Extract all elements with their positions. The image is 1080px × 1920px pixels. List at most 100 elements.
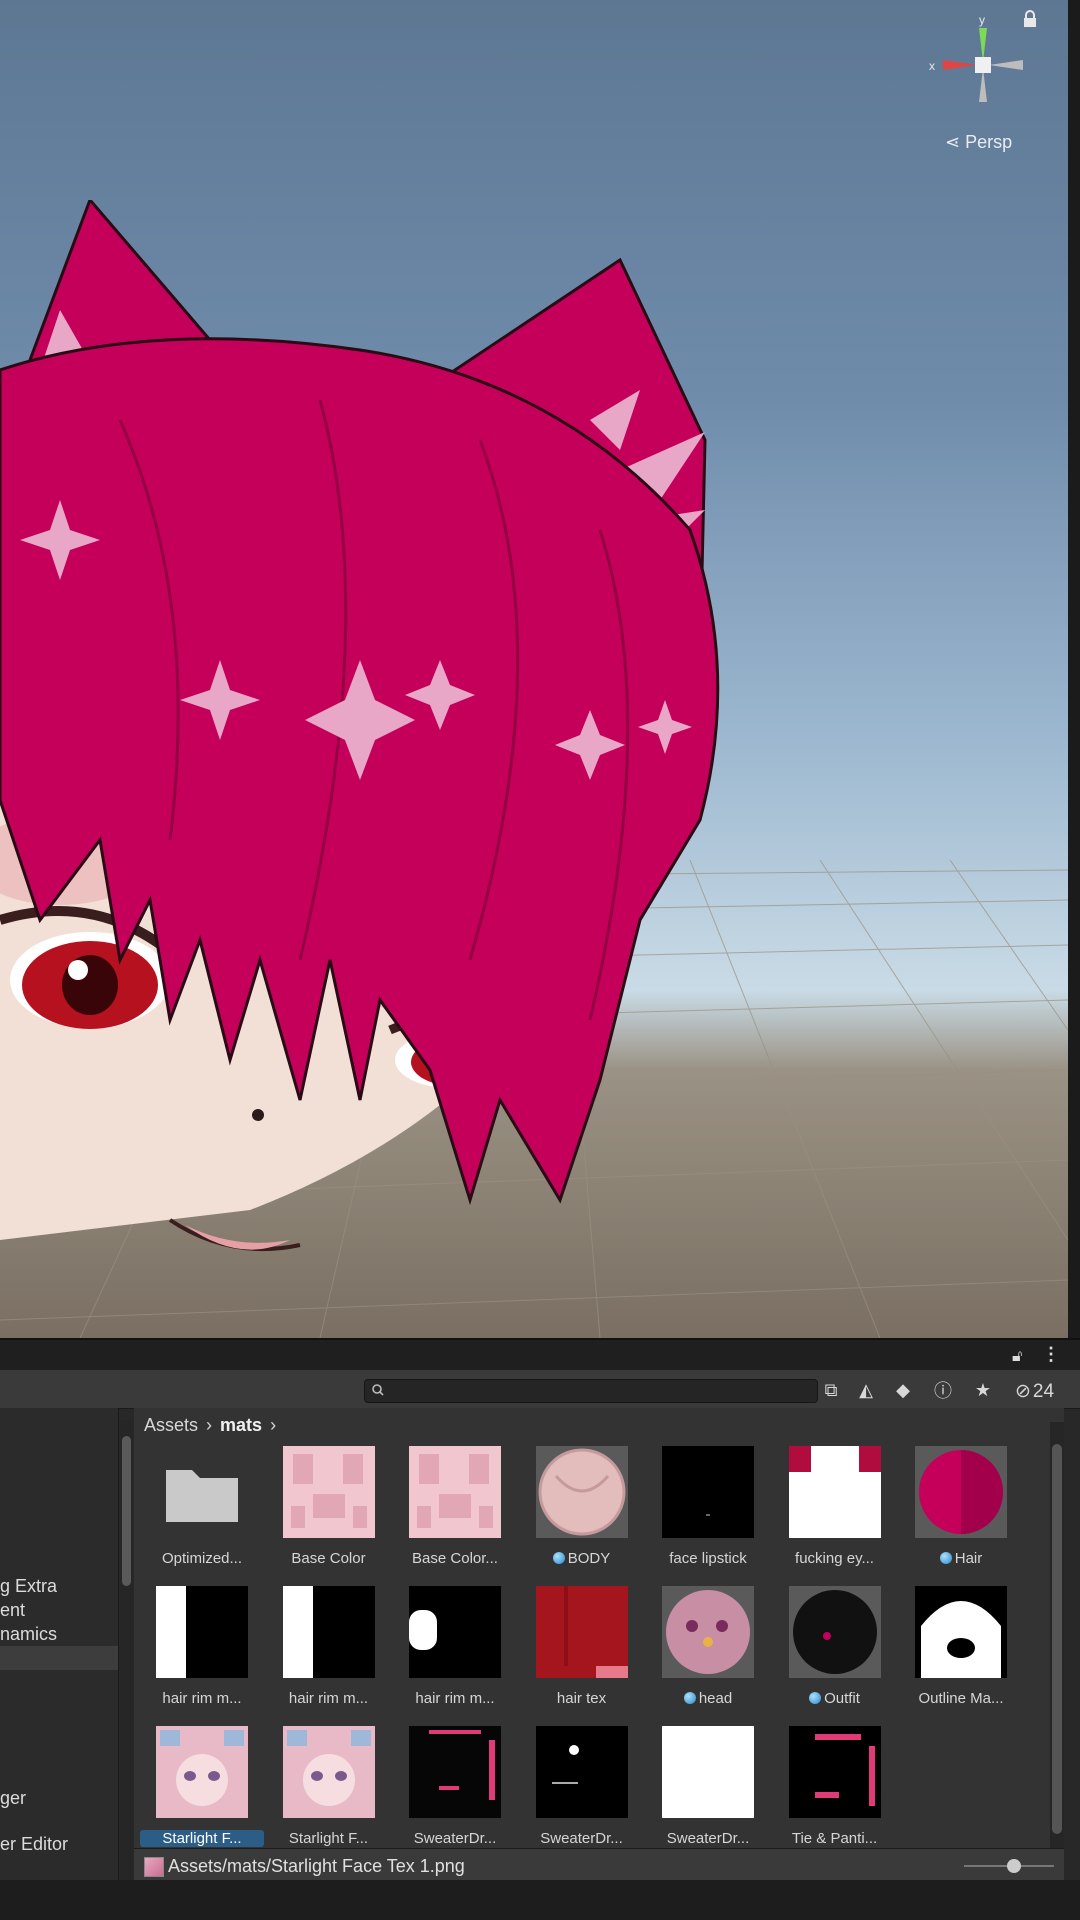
asset-name: SweaterDr... [666,1830,750,1847]
asset-tile[interactable]: fucking ey... [773,1446,893,1576]
asset-grid[interactable]: Assets › mats › Optimized... Base Color Ba… [134,1408,1064,1848]
console-warning-icon[interactable]: ⓘ [930,1377,956,1403]
asset-label: SweaterDr... [393,1830,517,1847]
asset-label: Outfit [773,1690,897,1707]
asset-label: SweaterDr... [520,1830,644,1847]
asset-tile[interactable]: SweaterDr... [393,1726,513,1856]
asset-tile[interactable]: Starlight F... [267,1726,387,1856]
scrollbar-thumb[interactable] [1052,1444,1062,1834]
asset-tile[interactable]: Hair [899,1446,1019,1576]
persp-label: Persp [965,132,1013,152]
tree-item[interactable] [0,1762,118,1786]
scrollbar-thumb[interactable] [122,1436,131,1586]
asset-label: Optimized... [140,1550,264,1567]
search-scope-icon[interactable]: ⧉ [818,1377,844,1403]
asset-tile[interactable]: Outline Ma... [899,1586,1019,1716]
search-input[interactable] [364,1379,818,1403]
tree-item[interactable]: er Editor [0,1832,118,1856]
hidden-packages-toggle[interactable]: ⊘ 24 [1015,1380,1054,1403]
asset-name: face lipstick [669,1550,747,1567]
asset-tile[interactable]: Base Color [267,1446,387,1576]
asset-label: Tie & Panti... [773,1830,897,1847]
project-toolbar: ⧉ ◭ ◆ ⓘ ★ ⊘ 24 [0,1370,1080,1409]
breadcrumb: Assets › mats › [144,1408,276,1442]
asset-tile[interactable]: Tie & Panti... [773,1726,893,1856]
asset-tile[interactable]: hair rim m... [140,1586,260,1716]
folder-tree-scrollbar[interactable] [120,1420,133,1900]
asset-name: Base Color... [412,1550,498,1567]
filter-by-type-icon[interactable]: ◭ [853,1377,879,1403]
tree-item[interactable]: namics [0,1622,118,1646]
projection-toggle[interactable]: ⋖ Persp [945,132,1012,153]
asset-name: Hair [954,1550,983,1567]
breadcrumb-assets[interactable]: Assets [144,1415,198,1436]
material-icon [939,1552,952,1564]
folder-tree[interactable]: g Extra ent namics ger er Editor [0,1408,119,1882]
asset-thumbnail [535,1446,628,1538]
asset-grid-scrollbar[interactable] [1050,1422,1064,1862]
avatar-model[interactable] [0,200,760,1338]
panel-menu-icon[interactable]: ⋮ [1042,1344,1060,1365]
asset-name: Outfit [824,1690,860,1707]
asset-name: hair rim m... [415,1690,495,1707]
asset-thumbnail [535,1726,628,1818]
asset-name: Base Color [291,1550,366,1567]
asset-label: head [646,1690,770,1707]
asset-tile[interactable]: head [646,1586,766,1716]
chevron-right-icon: › [270,1414,277,1435]
asset-tile[interactable]: SweaterDr... [646,1726,766,1856]
scene-view[interactable]: x y ⋖ Persp [0,0,1068,1338]
asset-label: hair rim m... [267,1690,391,1707]
asset-label: SweaterDr... [646,1830,770,1847]
asset-label: face lipstick [646,1550,770,1567]
material-icon [552,1552,565,1564]
asset-tile[interactable]: SweaterDr... [520,1726,640,1856]
asset-tile[interactable]: Base Color... [393,1446,513,1576]
perspective-icon: ⋖ [945,132,961,152]
folder-asset[interactable]: Optimized... [140,1446,260,1576]
asset-tile[interactable]: hair rim m... [393,1586,513,1716]
asset-tile[interactable]: face lipstick [646,1446,766,1576]
texture-file-icon [144,1857,164,1877]
asset-name: Starlight F... [162,1830,242,1847]
tree-item[interactable]: ger [0,1786,118,1810]
asset-label: BODY [520,1550,644,1567]
asset-tile[interactable]: Starlight F... [140,1726,264,1856]
chevron-right-icon: › [206,1414,213,1435]
panel-lock-icon[interactable]: 🔓︎ [1012,1348,1022,1366]
eye-hidden-icon: ⊘ [1015,1381,1031,1402]
asset-thumbnail [282,1586,375,1678]
asset-name: SweaterDr... [540,1830,623,1847]
asset-thumbnail [282,1446,375,1538]
bottom-bar [0,1880,1080,1920]
asset-tile[interactable]: Outfit [773,1586,893,1716]
material-icon [683,1692,696,1704]
filter-by-label-icon[interactable]: ◆ [890,1377,916,1403]
asset-thumbnail [788,1586,881,1678]
orientation-gizmo[interactable]: x y [925,10,1035,120]
favorites-star-icon[interactable]: ★ [970,1377,996,1403]
breadcrumb-mats[interactable]: mats [220,1415,262,1436]
tree-item[interactable]: g Extra [0,1574,118,1598]
zoom-slider-thumb[interactable] [1006,1859,1021,1873]
asset-tile[interactable]: hair tex [520,1586,640,1716]
asset-thumbnail [409,1586,501,1678]
tree-item[interactable]: ent [0,1598,118,1622]
asset-label: hair rim m... [393,1690,517,1707]
tree-item-selected[interactable] [0,1646,118,1670]
asset-thumbnail [662,1586,754,1678]
folder-icon [156,1446,248,1538]
asset-thumbnail [282,1726,375,1818]
asset-thumbnail [915,1446,1007,1538]
asset-tile[interactable]: hair rim m... [267,1586,387,1716]
asset-thumbnail [915,1586,1007,1678]
asset-tile[interactable]: BODY [520,1446,640,1576]
asset-label: Outline Ma... [899,1690,1023,1707]
lock-icon[interactable] [1022,10,1038,28]
asset-label: Hair [899,1550,1023,1567]
search-icon [372,1384,384,1396]
asset-thumbnail [788,1726,881,1818]
asset-thumbnail [409,1446,501,1538]
asset-name: hair rim m... [288,1690,369,1707]
asset-name: Tie & Panti... [791,1830,878,1847]
